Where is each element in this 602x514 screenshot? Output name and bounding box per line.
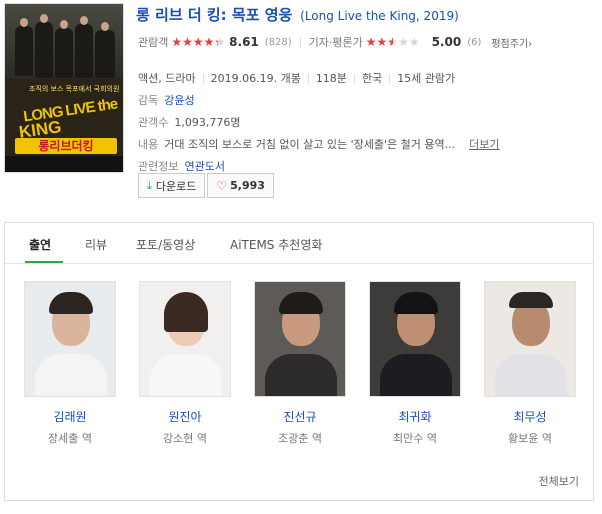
cast-member[interactable]: 김래원 장세출 역 bbox=[24, 281, 116, 446]
tab-photos-videos[interactable]: 포토/동영상 bbox=[136, 236, 195, 253]
cast-name[interactable]: 최귀화 bbox=[369, 408, 461, 425]
synopsis-text: 거대 조직의 보스로 거침 없이 살고 있는 '장세출'은 철거 용역... bbox=[164, 138, 456, 151]
cast-photo[interactable] bbox=[369, 281, 461, 397]
rate-movie-label: 평점주기 bbox=[491, 38, 529, 50]
view-all-cast-link[interactable]: 전체보기 bbox=[539, 473, 579, 489]
movie-poster[interactable]: 조직의 보스 목포에서 국회의원 LONG LIVE the KING 롱리브더… bbox=[4, 3, 124, 173]
download-label: 다운로드 bbox=[155, 179, 197, 193]
poster-credits-strip bbox=[5, 156, 123, 172]
tab-aitems-recommendations[interactable]: AiTEMS 추천영화 bbox=[230, 236, 322, 253]
synopsis-label: 내용 bbox=[138, 138, 159, 151]
poster-face bbox=[101, 22, 109, 31]
synopsis-row: 내용 거대 조직의 보스로 거침 없이 살고 있는 '장세출'은 철거 용역..… bbox=[138, 134, 500, 156]
cast-role: 장세출 역 bbox=[48, 432, 92, 445]
divider bbox=[389, 74, 391, 84]
cast-member[interactable]: 최무성 황보윤 역 bbox=[484, 281, 576, 446]
poster-figure bbox=[35, 22, 53, 78]
like-button[interactable]: ♡ 5,993 bbox=[207, 173, 274, 198]
poster-face bbox=[40, 14, 48, 23]
critic-rating-label: 기자·평론가 bbox=[308, 36, 363, 49]
photo-body bbox=[265, 354, 337, 396]
rate-movie-link[interactable]: 평점주기› bbox=[491, 35, 532, 50]
photo-hair bbox=[279, 292, 323, 314]
poster-logo-ko: 롱리브더킹 bbox=[15, 138, 117, 154]
photo-hair bbox=[49, 292, 93, 314]
star-icons-filled: ★★★★★ bbox=[365, 35, 393, 49]
divider bbox=[299, 36, 301, 48]
like-count: 5,993 bbox=[230, 179, 265, 192]
photo-hair bbox=[394, 292, 438, 314]
cast-photo[interactable] bbox=[484, 281, 576, 397]
cast-role: 최만수 역 bbox=[393, 432, 437, 445]
cast-name[interactable]: 원진아 bbox=[139, 408, 231, 425]
cast-member[interactable]: 진선규 조광춘 역 bbox=[254, 281, 346, 446]
star-icons-filled: ★★★★★ bbox=[171, 35, 217, 49]
cast-photo[interactable] bbox=[24, 281, 116, 397]
critic-score: 5.00 bbox=[431, 35, 462, 49]
poster-face bbox=[80, 16, 88, 25]
audience-rating-count: (828) bbox=[264, 36, 292, 48]
age-grade: 15세 관람가 bbox=[397, 72, 456, 85]
audience-rating-label: 관람객 bbox=[138, 36, 169, 49]
audience-count: 1,093,776명 bbox=[174, 116, 241, 129]
download-button[interactable]: ⤓ 다운로드 bbox=[138, 173, 206, 198]
photo-body bbox=[495, 354, 567, 396]
poster-figure bbox=[95, 30, 115, 78]
tab-reviews[interactable]: 리뷰 bbox=[85, 236, 107, 253]
release-date: 2019.06.19. 개봉 bbox=[210, 72, 301, 85]
poster-face bbox=[20, 18, 28, 27]
poster-figure bbox=[55, 28, 73, 78]
poster-figure bbox=[75, 24, 93, 78]
critic-star-rating: ★★★★★ ★★★★★ bbox=[366, 35, 420, 49]
audience-count-label: 관객수 bbox=[138, 116, 169, 129]
runtime: 118분 bbox=[315, 72, 347, 85]
cast-panel: 출연 리뷰 포토/동영상 AiTEMS 추천영화 김래원 장세출 역 원진아 강… bbox=[4, 222, 594, 501]
poster-tagline: 조직의 보스 목포에서 국회의원 bbox=[29, 85, 120, 93]
audience-star-rating: ★★★★★ ★★★★★ bbox=[171, 35, 225, 49]
tab-cast[interactable]: 출연 bbox=[29, 236, 51, 253]
photo-body bbox=[35, 354, 107, 396]
active-tab-indicator bbox=[25, 261, 63, 263]
chevron-right-icon: › bbox=[528, 38, 533, 50]
synopsis-more-link[interactable]: 더보기 bbox=[469, 134, 499, 156]
heart-icon: ♡ bbox=[216, 178, 228, 193]
rating-row: 관람객 ★★★★★ ★★★★★ 8.61 (828) 기자·평론가 ★★★★★ … bbox=[138, 34, 532, 50]
audience-count-row: 관객수 1,093,776명 bbox=[138, 112, 500, 134]
poster-figure bbox=[15, 26, 33, 76]
cast-photo[interactable] bbox=[139, 281, 231, 397]
content-tabs: 출연 리뷰 포토/동영상 AiTEMS 추천영화 bbox=[5, 223, 593, 264]
movie-title[interactable]: 롱 리브 더 킹: 목포 영웅 bbox=[136, 6, 292, 24]
director-row: 감독 강윤성 bbox=[138, 90, 500, 112]
photo-hair bbox=[164, 292, 208, 332]
cast-name[interactable]: 진선규 bbox=[254, 408, 346, 425]
poster-face bbox=[60, 20, 68, 29]
cast-role: 강소현 역 bbox=[163, 432, 207, 445]
audience-score: 8.61 bbox=[229, 35, 259, 49]
cast-name[interactable]: 김래원 bbox=[24, 408, 116, 425]
download-icon: ⤓ bbox=[147, 178, 152, 192]
photo-body bbox=[380, 354, 452, 396]
divider bbox=[353, 74, 355, 84]
movie-original-title: (Long Live the King, 2019) bbox=[300, 9, 459, 23]
divider bbox=[202, 74, 204, 84]
director-link[interactable]: 강윤성 bbox=[164, 90, 194, 112]
cast-photo[interactable] bbox=[254, 281, 346, 397]
cast-role: 황보윤 역 bbox=[508, 432, 552, 445]
movie-basic-info: 액션, 드라마 2019.06.19. 개봉 118분 한국 15세 관람가 bbox=[138, 68, 500, 90]
cast-member[interactable]: 최귀화 최만수 역 bbox=[369, 281, 461, 446]
cast-name[interactable]: 최무성 bbox=[484, 408, 576, 425]
divider bbox=[307, 74, 309, 84]
movie-info: 액션, 드라마 2019.06.19. 개봉 118분 한국 15세 관람가 감… bbox=[138, 68, 500, 178]
cast-member[interactable]: 원진아 강소현 역 bbox=[139, 281, 231, 446]
movie-title-row: 롱 리브 더 킹: 목포 영웅 (Long Live the King, 201… bbox=[136, 4, 459, 25]
genre: 액션, 드라마 bbox=[138, 72, 196, 85]
country: 한국 bbox=[361, 72, 383, 85]
critic-rating-count: (6) bbox=[467, 36, 482, 48]
action-buttons: ⤓ 다운로드 ♡ 5,993 bbox=[138, 173, 276, 198]
director-label: 감독 bbox=[138, 94, 159, 107]
photo-hair bbox=[509, 292, 553, 308]
photo-body bbox=[150, 354, 222, 396]
cast-role: 조광춘 역 bbox=[278, 432, 322, 445]
